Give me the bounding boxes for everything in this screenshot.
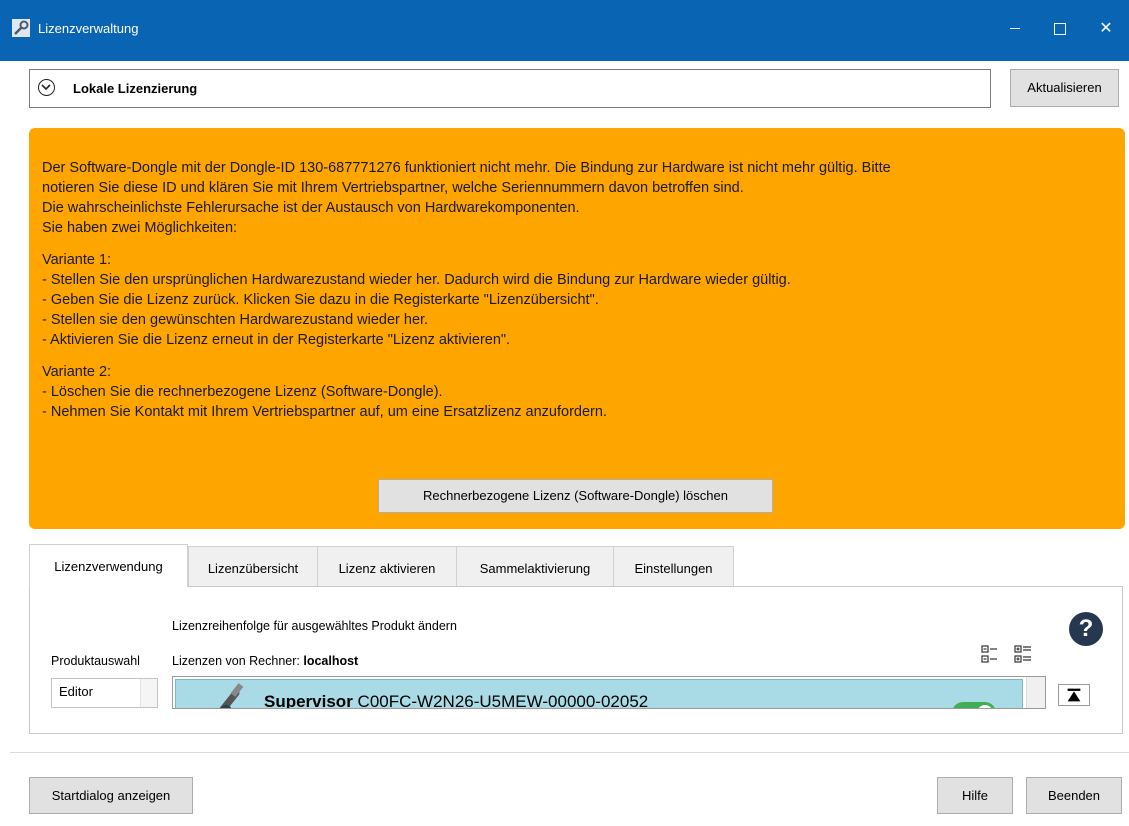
tab-lizenz-aktivieren[interactable]: Lizenz aktivieren <box>317 546 457 586</box>
delete-dongle-button[interactable]: Rechnerbezogene Lizenz (Software-Dongle)… <box>378 479 773 513</box>
tab-sammelaktivierung[interactable]: Sammelaktivierung <box>456 546 614 586</box>
microscope-icon <box>219 683 244 708</box>
license-list[interactable]: Supervisor C00FC-W2N26-U5MEW-00000-02052 <box>172 676 1046 709</box>
warning-text: Der Software-Dongle mit der Dongle-ID 13… <box>42 158 1117 422</box>
chevron-down-icon[interactable] <box>38 79 55 96</box>
product-item[interactable]: Editor <box>59 684 93 699</box>
tab-einstellungen[interactable]: Einstellungen <box>613 546 734 586</box>
warning-line: Variante 1: <box>42 252 112 268</box>
tab-lizenzverwendung[interactable]: Lizenzverwendung <box>29 544 188 587</box>
license-name: Supervisor <box>264 692 353 709</box>
product-list-scrollbar[interactable] <box>140 679 157 707</box>
warning-line: Variante 2: <box>42 364 112 380</box>
maximize-icon <box>1054 22 1066 35</box>
refresh-button[interactable]: Aktualisieren <box>1010 69 1119 107</box>
host-name: localhost <box>303 654 359 668</box>
footer-separator <box>10 752 1129 753</box>
help-button[interactable]: Hilfe <box>937 777 1013 814</box>
tab-lizenzuebersicht[interactable]: Lizenzübersicht <box>188 546 318 586</box>
license-serial: C00FC-W2N26-U5MEW-00000-02052 <box>357 692 649 709</box>
warning-line: - Nehmen Sie Kontakt mit Ihrem Vertriebs… <box>42 404 607 420</box>
license-title: Supervisor C00FC-W2N26-U5MEW-00000-02052 <box>264 692 649 709</box>
warning-line: - Stellen sie den gewünschten Hardwarezu… <box>42 312 429 328</box>
warning-panel: Der Software-Dongle mit der Dongle-ID 13… <box>29 128 1125 529</box>
close-icon: ✕ <box>1099 20 1113 37</box>
move-to-top-icon[interactable] <box>1058 684 1090 706</box>
warning-line: Sie haben zwei Möglichkeiten: <box>42 220 238 236</box>
maximize-button[interactable] <box>1037 10 1083 48</box>
warning-line: notieren Sie diese ID und klären Sie mit… <box>42 180 744 196</box>
key-wrench-icon <box>12 19 30 37</box>
licenses-label: Lizenzen von Rechner: localhost <box>172 654 358 668</box>
close-button[interactable]: ✕ <box>1083 10 1129 48</box>
start-dialog-button[interactable]: Startdialog anzeigen <box>29 777 193 814</box>
product-list[interactable]: Editor <box>51 678 158 708</box>
warning-line: - Stellen Sie den ursprünglichen Hardwar… <box>42 272 791 288</box>
section-header[interactable]: Lokale Lizenzierung <box>29 69 991 108</box>
expand-all-icon[interactable] <box>1013 643 1033 665</box>
toggle-knob <box>977 705 993 708</box>
product-label: Produktauswahl <box>51 654 140 668</box>
title-bar: Lizenzverwaltung ✕ <box>0 0 1129 61</box>
minimize-button[interactable] <box>992 10 1038 48</box>
licenses-label-text: Lizenzen von Rechner: <box>172 654 300 668</box>
license-toggle[interactable] <box>952 702 996 708</box>
license-item[interactable]: Supervisor C00FC-W2N26-U5MEW-00000-02052 <box>175 679 1023 709</box>
license-list-scrollbar[interactable] <box>1026 677 1045 708</box>
order-label: Lizenzreihenfolge für ausgewähltes Produ… <box>172 619 457 633</box>
collapse-all-icon[interactable] <box>980 643 1000 665</box>
warning-line: Die wahrscheinlichste Fehlerursache ist … <box>42 200 580 216</box>
question-circle-icon[interactable]: ? <box>1069 612 1103 646</box>
section-title: Lokale Lizenzierung <box>73 81 198 96</box>
warning-line: Der Software-Dongle mit der Dongle-ID 13… <box>42 160 891 176</box>
exit-button[interactable]: Beenden <box>1026 777 1122 814</box>
minimize-icon <box>1010 28 1020 30</box>
warning-line: - Aktivieren Sie die Lizenz erneut in de… <box>42 332 511 348</box>
warning-line: - Löschen Sie die rechnerbezogene Lizenz… <box>42 384 443 400</box>
warning-line: - Geben Sie die Lizenz zurück. Klicken S… <box>42 292 599 308</box>
window-title: Lizenzverwaltung <box>38 21 139 36</box>
